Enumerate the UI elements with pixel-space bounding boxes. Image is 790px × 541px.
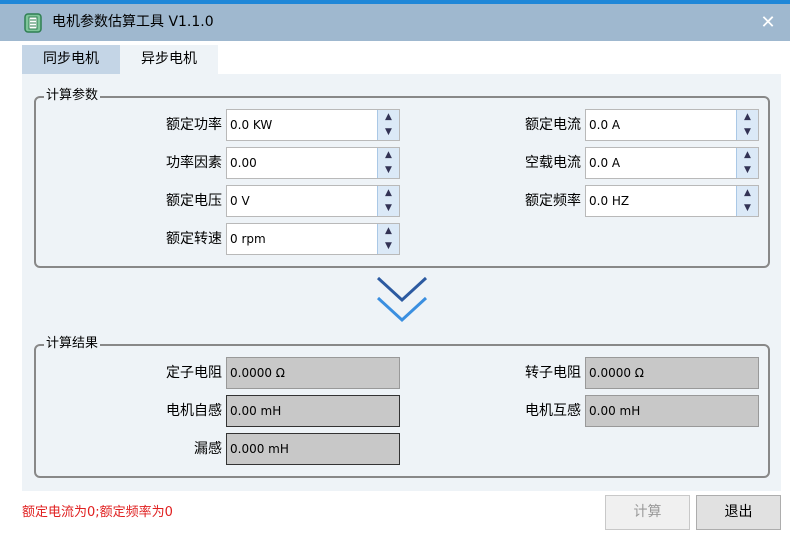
rated-speed-up-icon[interactable]: ▲ xyxy=(378,224,399,239)
stator-resistance-value: 0.0000 Ω xyxy=(230,366,285,380)
no-load-current-spinbox[interactable]: 0.0 A ▲ ▼ xyxy=(585,147,759,179)
no-load-current-down-icon[interactable]: ▼ xyxy=(737,163,758,178)
rated-current-value[interactable]: 0.0 A xyxy=(589,110,620,140)
results-group: 计算结果 定子电阻 0.0000 Ω 电机自感 0.00 mH 漏感 0.000… xyxy=(34,336,770,478)
rated-power-down-icon[interactable]: ▼ xyxy=(378,125,399,140)
rated-voltage-value[interactable]: 0 V xyxy=(230,186,250,216)
self-inductance-value: 0.00 mH xyxy=(230,404,282,418)
window-title: 电机参数估算工具 V1.1.0 xyxy=(52,14,214,30)
leakage-inductance-output: 0.000 mH xyxy=(226,433,400,465)
rated-power-value[interactable]: 0.0 KW xyxy=(230,110,272,140)
tab-synchronous-motor[interactable]: 同步电机 xyxy=(22,45,120,74)
rated-power-label: 额定功率 xyxy=(166,117,222,133)
leakage-inductance-value: 0.000 mH xyxy=(230,442,289,456)
rotor-resistance-value: 0.0000 Ω xyxy=(589,366,644,380)
rotor-resistance-label: 转子电阻 xyxy=(525,365,581,381)
rated-current-up-icon[interactable]: ▲ xyxy=(737,110,758,125)
power-factor-value[interactable]: 0.00 xyxy=(230,148,257,178)
status-message: 额定电流为0;额定频率为0 xyxy=(22,505,173,520)
mutual-inductance-label: 电机互感 xyxy=(525,403,581,419)
rated-frequency-label: 额定频率 xyxy=(525,193,581,209)
power-factor-label: 功率因素 xyxy=(166,155,222,171)
leakage-inductance-label: 漏感 xyxy=(194,441,222,457)
power-factor-up-icon[interactable]: ▲ xyxy=(378,148,399,163)
close-button[interactable]: ✕ xyxy=(754,10,782,36)
rated-voltage-up-icon[interactable]: ▲ xyxy=(378,186,399,201)
tab-content: 计算参数 额定功率 0.0 KW ▲ ▼ 功率因素 0.00 ▲ ▼ 额定电压 0 … xyxy=(22,74,781,491)
app-motor-icon xyxy=(24,13,42,33)
stator-resistance-label: 定子电阻 xyxy=(166,365,222,381)
mutual-inductance-output: 0.00 mH xyxy=(585,395,759,427)
power-factor-down-icon[interactable]: ▼ xyxy=(378,163,399,178)
title-bar: 电机参数估算工具 V1.1.0 ✕ xyxy=(0,0,790,41)
no-load-current-value[interactable]: 0.0 A xyxy=(589,148,620,178)
input-parameters-group: 计算参数 额定功率 0.0 KW ▲ ▼ 功率因素 0.00 ▲ ▼ 额定电压 0 … xyxy=(34,88,770,268)
calculate-button[interactable]: 计算 xyxy=(605,495,690,530)
rotor-resistance-output: 0.0000 Ω xyxy=(585,357,759,389)
rated-frequency-value[interactable]: 0.0 HZ xyxy=(589,186,629,216)
rated-voltage-label: 额定电压 xyxy=(166,193,222,209)
self-inductance-output: 0.00 mH xyxy=(226,395,400,427)
rated-current-spinbox[interactable]: 0.0 A ▲ ▼ xyxy=(585,109,759,141)
exit-button[interactable]: 退出 xyxy=(696,495,781,530)
rated-power-spinbox[interactable]: 0.0 KW ▲ ▼ xyxy=(226,109,400,141)
no-load-current-label: 空载电流 xyxy=(525,155,581,171)
rated-power-up-icon[interactable]: ▲ xyxy=(378,110,399,125)
rated-speed-value[interactable]: 0 rpm xyxy=(230,224,266,254)
double-chevron-down-icon xyxy=(376,276,428,323)
self-inductance-label: 电机自感 xyxy=(166,403,222,419)
rated-voltage-spinbox[interactable]: 0 V ▲ ▼ xyxy=(226,185,400,217)
rated-voltage-down-icon[interactable]: ▼ xyxy=(378,201,399,216)
rated-current-label: 额定电流 xyxy=(525,117,581,133)
rated-frequency-down-icon[interactable]: ▼ xyxy=(737,201,758,216)
rated-speed-label: 额定转速 xyxy=(166,231,222,247)
mutual-inductance-value: 0.00 mH xyxy=(589,404,641,418)
results-group-title: 计算结果 xyxy=(44,336,101,352)
tab-asynchronous-motor[interactable]: 异步电机 xyxy=(120,45,218,74)
tab-bar: 同步电机 异步电机 xyxy=(0,41,790,74)
rated-speed-down-icon[interactable]: ▼ xyxy=(378,239,399,254)
rated-current-down-icon[interactable]: ▼ xyxy=(737,125,758,140)
no-load-current-up-icon[interactable]: ▲ xyxy=(737,148,758,163)
rated-frequency-up-icon[interactable]: ▲ xyxy=(737,186,758,201)
power-factor-spinbox[interactable]: 0.00 ▲ ▼ xyxy=(226,147,400,179)
rated-frequency-spinbox[interactable]: 0.0 HZ ▲ ▼ xyxy=(585,185,759,217)
rated-speed-spinbox[interactable]: 0 rpm ▲ ▼ xyxy=(226,223,400,255)
input-group-title: 计算参数 xyxy=(44,88,101,104)
stator-resistance-output: 0.0000 Ω xyxy=(226,357,400,389)
